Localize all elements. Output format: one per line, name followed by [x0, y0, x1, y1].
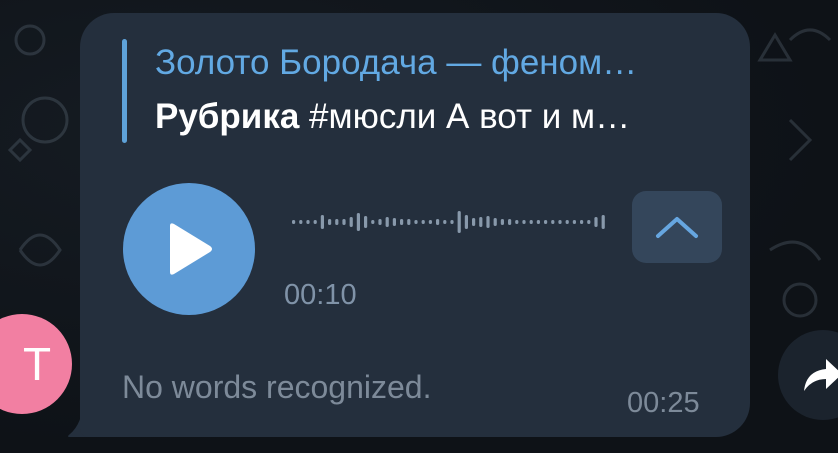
transcribe-button[interactable] — [632, 191, 722, 263]
waveform-bar — [544, 220, 548, 224]
reply-title: Золото Бородача — феном… — [155, 43, 638, 82]
waveform-bar — [522, 220, 526, 224]
waveform-bar — [335, 219, 339, 225]
voice-message-bubble[interactable]: Золото Бородача — феном… Рубрика #мюсли … — [80, 13, 750, 437]
waveform-bar — [457, 211, 461, 233]
play-button[interactable] — [123, 183, 255, 315]
waveform-bar — [464, 215, 468, 229]
waveform-bar — [558, 220, 562, 224]
waveform-bar — [364, 216, 368, 228]
reply-accent-bar — [122, 39, 127, 143]
waveform-bar — [572, 220, 576, 224]
waveform-bar — [428, 220, 432, 224]
waveform-bar — [508, 219, 512, 225]
waveform-bar — [400, 219, 404, 225]
waveform-bar — [385, 217, 389, 227]
waveform-bar — [356, 213, 360, 231]
waveform-bar — [328, 219, 332, 225]
waveform-bar — [565, 220, 569, 224]
playback-position: 00:10 — [284, 279, 357, 311]
waveform-bar — [443, 220, 447, 224]
waveform-bar — [601, 215, 605, 229]
reply-text-bold: Рубрика — [155, 97, 300, 136]
waveform-bar — [594, 217, 598, 227]
play-icon — [170, 223, 212, 275]
waveform-bar — [479, 217, 483, 227]
waveform-bar — [515, 220, 519, 224]
waveform-bar — [436, 219, 440, 225]
waveform-bar — [292, 220, 296, 224]
waveform-bar — [587, 220, 591, 224]
reply-preview[interactable]: Золото Бородача — феном… Рубрика #мюсли … — [122, 39, 722, 143]
waveform-bar — [407, 219, 411, 225]
waveform-bar — [486, 216, 490, 228]
waveform-bar — [349, 217, 353, 227]
waveform-bar — [529, 220, 533, 224]
waveform-bar — [306, 220, 310, 224]
reply-text: Рубрика #мюсли А вот и м… — [155, 97, 630, 137]
reply-text-rest: #мюсли А вот и м… — [299, 97, 631, 136]
waveform-bar — [392, 218, 396, 226]
waveform-bar — [536, 220, 540, 224]
waveform-bar — [414, 220, 418, 224]
message-time: 00:25 — [627, 387, 700, 419]
waveform-bar — [313, 220, 317, 224]
waveform-bar — [450, 220, 454, 224]
waveform-bar — [371, 220, 375, 224]
avatar-letter: T — [22, 338, 52, 390]
waveform-bar — [320, 215, 324, 229]
waveform-bar — [500, 219, 504, 225]
waveform-bar — [299, 220, 303, 224]
transcription-text: No words recognized. — [122, 369, 432, 405]
waveform-bar — [342, 219, 346, 225]
waveform-bar — [378, 219, 382, 225]
chevron-up-icon — [656, 217, 698, 238]
waveform-bar — [421, 220, 425, 224]
waveform-bar — [551, 220, 555, 224]
waveform-bar — [472, 218, 476, 226]
waveform-bar — [580, 220, 584, 224]
voice-waveform[interactable] — [290, 199, 610, 245]
waveform-bar — [493, 218, 497, 226]
forward-arrow-icon — [804, 359, 838, 391]
